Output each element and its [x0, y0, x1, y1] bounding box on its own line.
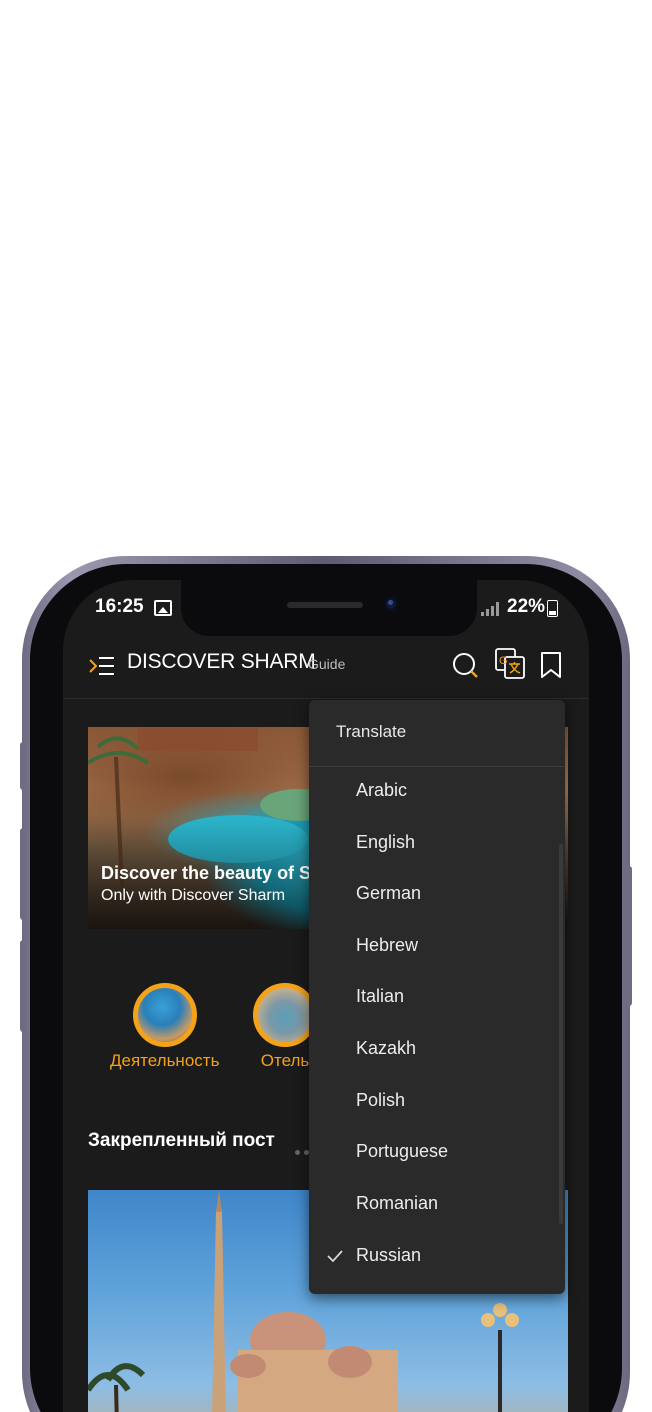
language-label: Polish [356, 1090, 406, 1110]
bookmark-icon[interactable] [539, 651, 563, 679]
status-time: 16:25 [95, 596, 144, 617]
dropdown-header: Translate [309, 700, 565, 767]
category-avatar [253, 983, 317, 1047]
dropdown-scrollbar[interactable] [559, 844, 563, 1224]
battery-icon [547, 600, 558, 617]
language-label: German [356, 883, 422, 903]
language-option-kazakh[interactable]: Kazakh [309, 1025, 557, 1075]
category-activities[interactable]: Деятельность [110, 983, 219, 1071]
language-label: Russian [356, 1245, 422, 1265]
app-bar: DISCOVER SHARM Guide G [63, 640, 589, 699]
translate-dropdown: Translate Arabic English German Hebrew I… [309, 700, 565, 1294]
signal-icon [481, 602, 501, 616]
section-title: Закрепленный пост [88, 1130, 275, 1151]
language-option-hebrew[interactable]: Hebrew [309, 922, 557, 972]
app-title: DISCOVER SHARM [127, 650, 316, 673]
category-hotel[interactable]: Отель [253, 983, 317, 1071]
check-icon [327, 1250, 343, 1263]
language-label: Arabic [356, 780, 408, 800]
language-option-italian[interactable]: Italian [309, 973, 557, 1023]
language-label: Italian [356, 986, 405, 1006]
language-option-english[interactable]: English [309, 819, 557, 869]
gallery-notification-icon [154, 600, 172, 616]
svg-text:G: G [499, 655, 508, 667]
translate-icon[interactable]: G [495, 648, 525, 680]
app-subtitle: Guide [308, 656, 346, 672]
search-icon[interactable] [451, 651, 479, 679]
language-label: Hebrew [356, 935, 419, 955]
notch [181, 580, 477, 636]
category-avatar [132, 983, 197, 1047]
language-option-russian[interactable]: Russian [309, 1232, 557, 1282]
side-button-volume-up [20, 828, 26, 920]
language-label: Romanian [356, 1193, 439, 1213]
language-option-portuguese[interactable]: Portuguese [309, 1128, 557, 1178]
language-label: Portuguese [356, 1141, 449, 1161]
speaker-grille [287, 602, 363, 608]
app-screen: 16:25 22% DISCOVER SHARM Guide G Discove… [63, 580, 589, 1412]
hero-title: Discover the beauty of S [101, 863, 312, 883]
language-label: English [356, 832, 416, 852]
category-label: Деятельность [110, 1051, 220, 1070]
language-option-romanian[interactable]: Romanian [309, 1180, 557, 1230]
category-label: Отель [260, 1051, 310, 1070]
hero-subtitle: Only with Discover Sharm [101, 887, 286, 904]
dropdown-title: Translate [336, 722, 407, 741]
page: 16:25 22% DISCOVER SHARM Guide G Discove… [0, 0, 652, 1412]
side-button-power [626, 866, 632, 1006]
language-option-polish[interactable]: Polish [309, 1077, 557, 1127]
front-camera [383, 596, 399, 612]
language-option-german[interactable]: German [309, 870, 557, 920]
side-button-volume-down [20, 940, 26, 1032]
language-label: Kazakh [356, 1038, 417, 1058]
language-option-arabic[interactable]: Arabic [309, 767, 557, 817]
menu-icon[interactable] [89, 654, 115, 678]
side-button-silent [20, 742, 26, 790]
battery-level: 22% [507, 596, 546, 617]
